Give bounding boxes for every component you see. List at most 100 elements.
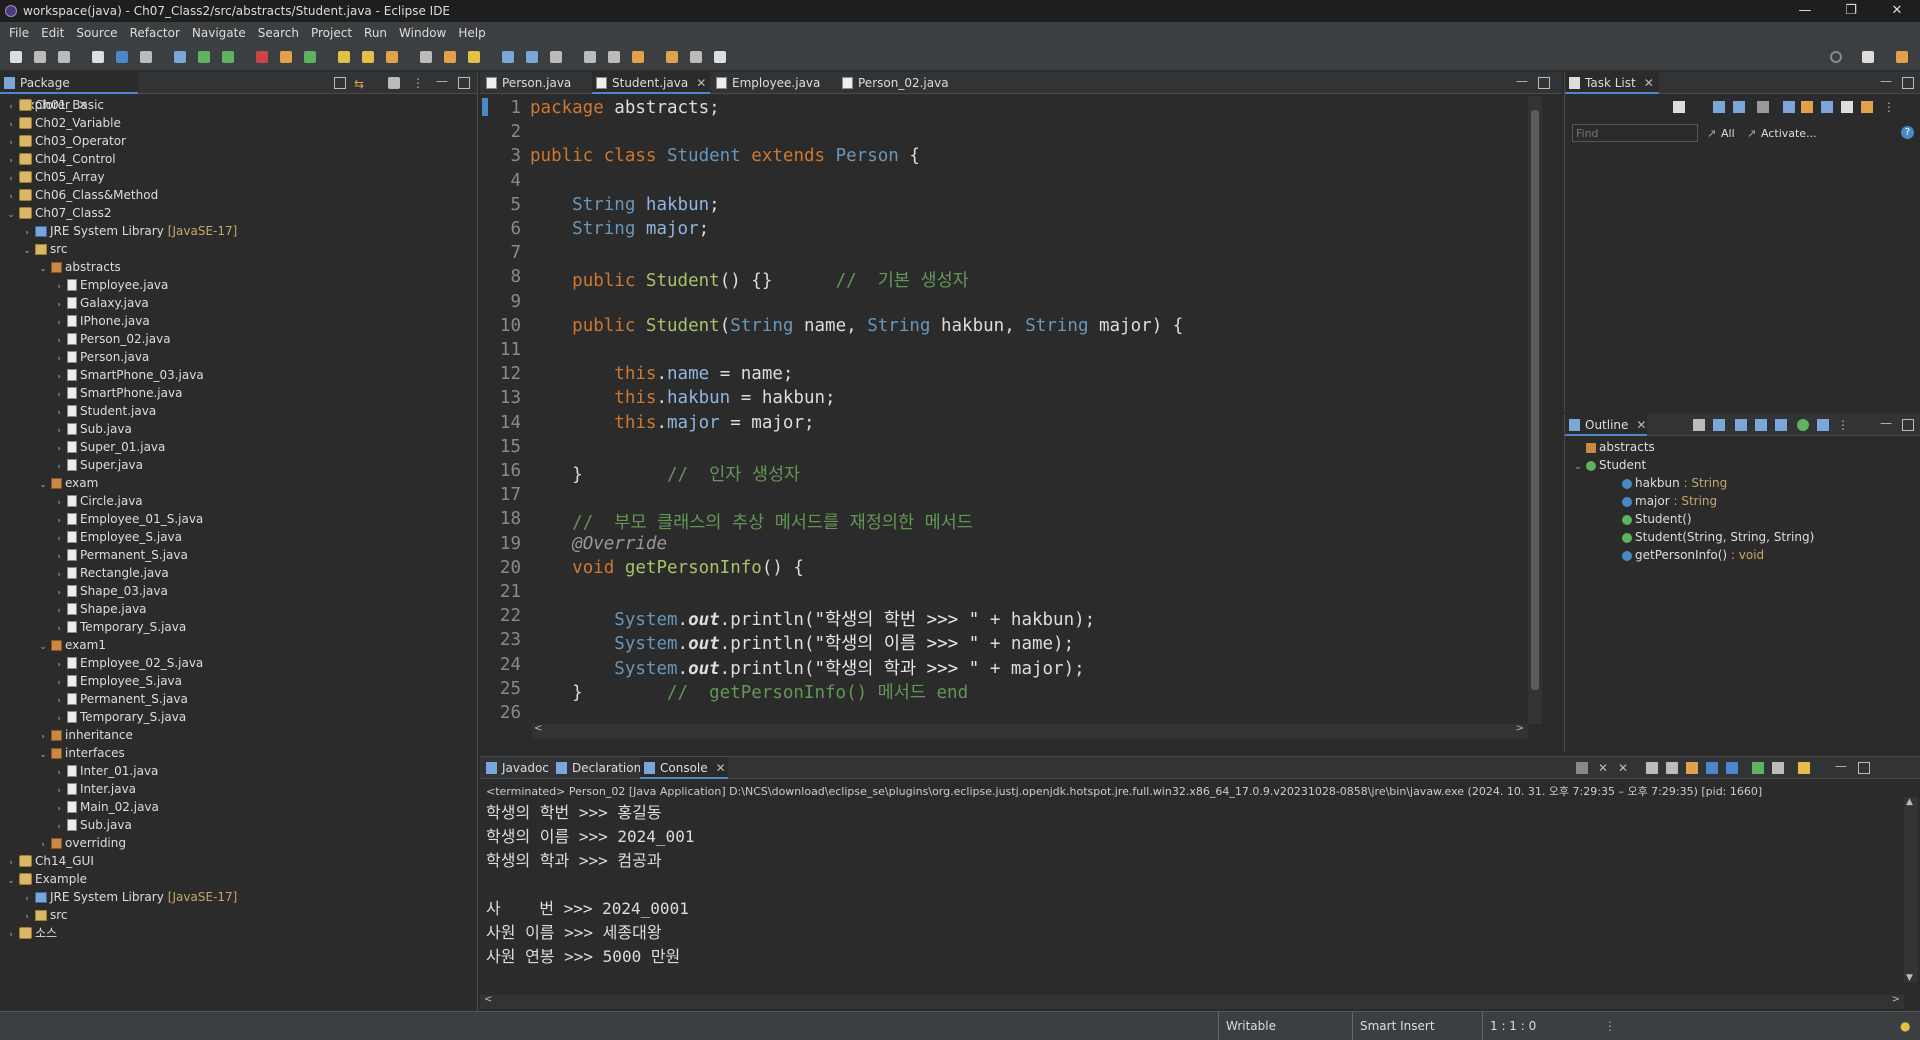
collapse-all-icon[interactable] (1693, 419, 1705, 431)
editor-horizontal-scrollbar[interactable]: < > (532, 723, 1528, 738)
menu-refactor[interactable]: Refactor (124, 26, 186, 40)
run-icon[interactable] (198, 51, 210, 63)
open-perspective-icon[interactable] (714, 51, 726, 63)
minimize-button[interactable]: — (1782, 0, 1828, 22)
tree-item[interactable]: › Ch03_Operator (6, 132, 126, 150)
tree-item[interactable]: › Temporary_S.java (54, 708, 186, 726)
tree-item[interactable]: › Ch04_Control (6, 150, 115, 168)
clear-console-icon[interactable] (1646, 762, 1658, 774)
tree-item[interactable]: › Permanent_S.java (54, 546, 188, 564)
tree-item[interactable]: › Sub.java (54, 420, 132, 438)
tree-item[interactable]: › Inter.java (54, 780, 136, 798)
outline-item[interactable]: abstracts (1573, 438, 1655, 456)
maximize-view-icon[interactable] (1902, 77, 1914, 89)
tree-item[interactable]: › Sub.java (54, 816, 132, 834)
chevron-down-icon[interactable]: ⌄ (22, 242, 32, 260)
pin-editor-icon[interactable] (666, 51, 678, 63)
show-stdout-icon[interactable] (1706, 762, 1718, 774)
open-type-icon[interactable] (362, 51, 374, 63)
show-whitespace-icon[interactable] (502, 51, 514, 63)
tree-item[interactable]: › Super_01.java (54, 438, 165, 456)
tree-item[interactable]: › Shape_03.java (54, 582, 168, 600)
editor-vertical-scrollbar[interactable] (1528, 96, 1542, 724)
menu-help[interactable]: Help (452, 26, 491, 40)
chevron-down-icon[interactable]: ⌄ (1573, 458, 1583, 476)
chevron-down-icon[interactable]: ⌄ (6, 206, 16, 224)
remove-all-icon[interactable]: ✕ (1618, 761, 1630, 775)
filter-icon[interactable] (1783, 101, 1795, 113)
last-edit-icon[interactable] (690, 51, 702, 63)
tree-item[interactable]: › 소스 (6, 924, 57, 942)
save-all-icon[interactable] (58, 51, 70, 63)
tree-item[interactable]: › Rectangle.java (54, 564, 169, 582)
new-task-icon[interactable] (1673, 101, 1685, 113)
task-find-input[interactable] (1572, 124, 1698, 142)
java-perspective-icon[interactable] (1896, 51, 1908, 63)
show-stderr-icon[interactable] (1726, 762, 1738, 774)
sort-icon[interactable] (1801, 101, 1813, 113)
all-link[interactable]: All (1721, 127, 1735, 140)
tree-item[interactable]: › Person.java (54, 348, 149, 366)
menu-window[interactable]: Window (393, 26, 452, 40)
tree-item[interactable]: › Student.java (54, 402, 156, 420)
annotation-next-icon[interactable] (550, 51, 562, 63)
lightbulb-icon[interactable]: ● (1900, 1019, 1910, 1033)
outline-item[interactable]: Student() (1609, 510, 1692, 528)
code-editor[interactable]: 1 package abstracts; 2 3 public class Studen… (488, 96, 1543, 724)
bottom-tab[interactable]: Declaration (552, 757, 641, 779)
run-config-icon[interactable] (222, 51, 234, 63)
tree-item[interactable]: › overriding (38, 834, 126, 852)
tree-item[interactable]: ⌄ interfaces (38, 744, 125, 762)
categorize-icon[interactable] (1713, 101, 1725, 113)
editor-tab[interactable]: Person_02.java (838, 72, 949, 94)
chevron-right-icon[interactable]: › (6, 926, 16, 944)
sync-icon[interactable] (1861, 101, 1873, 113)
outline-item[interactable]: getPersonInfo() : void (1609, 546, 1764, 564)
tree-item[interactable]: › inheritance (38, 726, 133, 744)
menu-project[interactable]: Project (305, 26, 358, 40)
pin-console-icon[interactable] (1752, 762, 1764, 774)
hide-fields-icon[interactable] (1735, 419, 1747, 431)
tree-item[interactable]: ⌄ Example (6, 870, 87, 888)
tree-item[interactable]: ⌄ exam (38, 474, 98, 492)
tree-item[interactable]: › Ch01_Basic (6, 96, 104, 114)
search-icon[interactable] (1830, 51, 1842, 63)
tree-item[interactable]: › Ch02_Variable (6, 114, 121, 132)
tree-item[interactable]: › Employee_01_S.java (54, 510, 203, 528)
properties-icon[interactable] (140, 51, 152, 63)
close-icon[interactable]: ✕ (696, 76, 706, 90)
terminate-icon[interactable] (1576, 762, 1588, 774)
outline-item[interactable]: ⌄ Student (1573, 456, 1646, 474)
link-editor-icon[interactable]: ⇆ (354, 77, 366, 91)
tree-item[interactable]: › Permanent_S.java (54, 690, 188, 708)
tree-item[interactable]: ⌄ Ch07_Class2 (6, 204, 111, 222)
tree-item[interactable]: › Circle.java (54, 492, 142, 510)
tree-item[interactable]: › Temporary_S.java (54, 618, 186, 636)
tab-task-list[interactable]: Task List ✕ (1565, 72, 1659, 94)
chevron-down-icon[interactable]: ⌄ (38, 746, 48, 764)
block-selection-icon[interactable] (526, 51, 538, 63)
scroll-thumb[interactable] (1531, 110, 1539, 690)
close-icon[interactable]: ✕ (716, 761, 726, 775)
hide-local-types-icon[interactable] (1797, 419, 1809, 431)
tree-item[interactable]: › Employee_S.java (54, 672, 182, 690)
bottom-tab[interactable]: Javadoc (482, 757, 550, 779)
tree-item[interactable]: › JRE System Library [JavaSE-17] (22, 222, 237, 240)
outline-item[interactable]: major : String (1609, 492, 1717, 510)
menu-navigate[interactable]: Navigate (186, 26, 252, 40)
open-task-icon[interactable] (386, 51, 398, 63)
link-editor-icon[interactable] (1817, 419, 1829, 431)
new-class-icon[interactable] (338, 51, 350, 63)
view-menu-icon[interactable]: ⋮ (1837, 418, 1849, 432)
hide-static-icon[interactable] (1755, 419, 1767, 431)
filter-icon[interactable] (388, 77, 400, 89)
chevron-down-icon[interactable]: ⌄ (6, 872, 16, 890)
back-icon[interactable] (608, 51, 620, 63)
collapse-all-icon[interactable] (334, 77, 346, 89)
minimize-view-icon[interactable]: — (1835, 759, 1847, 773)
tree-item[interactable]: › SmartPhone_03.java (54, 366, 204, 384)
remove-launch-icon[interactable]: ✕ (1598, 761, 1610, 775)
minimize-editor-icon[interactable]: — (1516, 74, 1528, 88)
tree-item[interactable]: › SmartPhone.java (54, 384, 182, 402)
sort-icon[interactable] (1713, 419, 1725, 431)
